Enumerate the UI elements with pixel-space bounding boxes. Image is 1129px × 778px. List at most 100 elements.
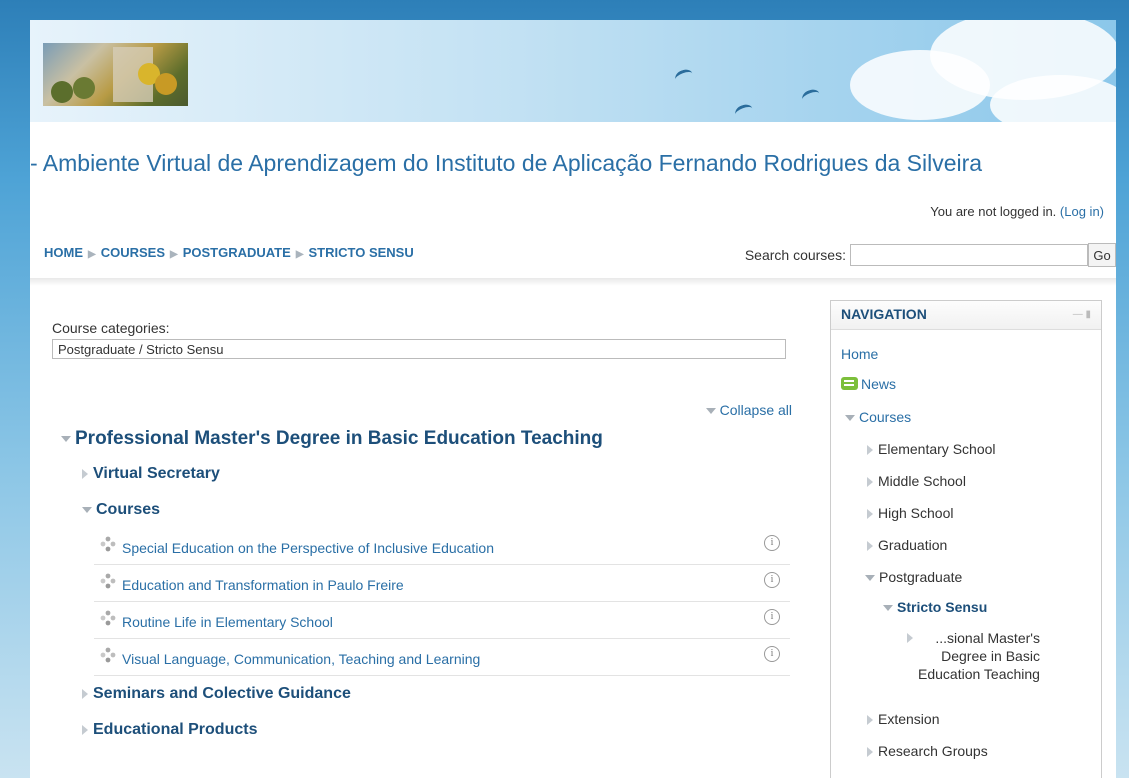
list-item[interactable]: Visual Language, Communication, Teaching… [94,639,790,676]
collapse-all-link[interactable]: Collapse all [705,402,792,418]
nav-item-label: ...sional Master's Degree in Basic Educati… [918,629,1040,683]
collapsed-triangle-icon [867,715,873,726]
collapsed-triangle-icon [867,445,873,456]
expanded-triangle-icon [845,415,855,422]
nav-item-elementary[interactable]: Elementary School [867,441,996,457]
category-title-text: Professional Master's Degree in Basic Ed… [75,428,603,449]
course-categories-label: Course categories: [52,320,170,336]
list-item[interactable]: Special Education on the Perspective of … [94,528,790,565]
breadcrumb: HOME ▶ COURSES ▶ POSTGRADUATE ▶ STRICTO SENSU [44,245,414,260]
breadcrumb-separator-icon: ▶ [170,249,178,260]
course-icon [100,610,116,626]
bird-decoration [733,102,755,121]
program-line: Degree in Basic [941,648,1040,664]
login-link[interactable]: (Log in) [1060,204,1104,219]
course-icon [100,647,116,663]
bird-decoration [673,67,695,86]
nav-item-label: Graduation [878,537,948,553]
breadcrumb-stricto-sensu[interactable]: STRICTO SENSU [309,245,414,260]
nav-item-graduation[interactable]: Graduation [867,537,947,553]
subcategory-educational-products[interactable]: Educational Products [82,721,257,739]
nav-item-label: Research Groups [878,743,988,759]
info-icon[interactable]: i [764,572,780,588]
nav-item-postgraduate[interactable]: Postgraduate [865,569,962,585]
program-line: ...sional Master's [935,630,1040,646]
block-controls-icon[interactable]: — ▮ [1073,309,1091,320]
nav-item-program[interactable]: ...sional Master's Degree in Basic Educati… [907,629,1040,683]
nav-item-research-groups[interactable]: Research Groups [867,743,988,759]
nav-item-label: Extension [878,711,940,727]
collapse-all-label: Collapse all [719,402,792,418]
bird-decoration [800,87,822,106]
navigation-title: NAVIGATION [841,306,927,322]
collapsed-triangle-icon [867,477,873,488]
breadcrumb-home[interactable]: HOME [44,245,83,260]
search-input[interactable] [850,244,1088,266]
course-link[interactable]: Routine Life in Elementary School [122,614,333,630]
course-list: Special Education on the Perspective of … [94,528,790,676]
header-banner [30,20,1116,122]
expanded-triangle-icon [82,506,92,513]
list-item[interactable]: Education and Transformation in Paulo Fr… [94,565,790,602]
login-info: You are not logged in. (Log in) [930,204,1104,219]
subcategory-label: Virtual Secretary [93,465,220,482]
nav-news-link[interactable]: News [841,376,896,392]
expanded-triangle-icon [61,435,71,442]
search-label: Search courses: [744,247,846,263]
course-categories-select[interactable]: Postgraduate / Stricto Sensu [52,339,786,359]
nav-item-middle[interactable]: Middle School [867,473,966,489]
nav-courses[interactable]: Courses [845,409,911,425]
nav-item-label: Elementary School [878,441,996,457]
page-container: - Ambiente Virtual de Aprendizagem do In… [30,20,1116,778]
program-line: Education Teaching [918,666,1040,682]
collapsed-triangle-icon [867,509,873,520]
site-logo-image[interactable] [43,43,188,106]
subcategory-label: Educational Products [93,721,258,738]
breadcrumb-separator-icon: ▶ [295,249,304,260]
header-divider [30,278,1116,286]
expanded-triangle-icon [883,605,893,612]
nav-courses-label: Courses [859,409,912,425]
subcategory-label: Courses [96,501,161,518]
info-icon[interactable]: i [764,609,780,625]
nav-item-stricto-sensu[interactable]: Stricto Sensu [883,599,987,615]
site-title[interactable]: - Ambiente Virtual de Aprendizagem do In… [30,150,982,177]
course-link[interactable]: Special Education on the Perspective of … [122,540,494,556]
nav-item-label: Middle School [878,473,966,489]
list-item[interactable]: Routine Life in Elementary School i [94,602,790,639]
subcategory-virtual-secretary[interactable]: Virtual Secretary [82,465,220,483]
info-icon[interactable]: i [764,646,780,662]
subcategory-label: Seminars and Colective Guidance [93,685,351,702]
course-link[interactable]: Education and Transformation in Paulo Fr… [122,577,404,593]
navigation-block: NAVIGATION — ▮ Home News Courses Element… [830,300,1102,778]
collapse-triangle-icon [705,408,716,415]
collapsed-triangle-icon [867,541,873,552]
search-go-button[interactable]: Go [1088,243,1116,267]
course-icon [100,536,116,552]
breadcrumb-postgraduate[interactable]: POSTGRADUATE [183,245,291,260]
login-status-text: You are not logged in. [930,204,1057,219]
main-content: Course categories: Postgraduate / Strict… [52,320,792,738]
nav-news-label: News [861,376,897,392]
subcategory-seminars[interactable]: Seminars and Colective Guidance [82,685,351,703]
collapsed-triangle-icon [82,724,88,735]
breadcrumb-courses[interactable]: COURSES [101,245,165,260]
nav-item-label: Postgraduate [879,569,963,585]
subcategory-courses[interactable]: Courses [82,501,160,519]
collapsed-triangle-icon [82,688,88,699]
expanded-triangle-icon [865,575,875,582]
collapsed-triangle-icon [867,747,873,758]
collapsed-triangle-icon [82,468,88,479]
nav-home-link[interactable]: Home [841,346,878,362]
breadcrumb-separator-icon: ▶ [88,249,96,260]
collapsed-triangle-icon [907,633,913,643]
navigation-header: NAVIGATION — ▮ [831,301,1101,330]
info-icon[interactable]: i [764,535,780,551]
nav-item-label: Stricto Sensu [897,599,988,615]
category-title[interactable]: Professional Master's Degree in Basic Ed… [61,428,603,450]
course-search: Search courses: Go [745,243,1116,267]
nav-item-high[interactable]: High School [867,505,954,521]
nav-item-label: High School [878,505,954,521]
nav-item-extension[interactable]: Extension [867,711,939,727]
course-link[interactable]: Visual Language, Communication, Teaching… [122,651,480,667]
